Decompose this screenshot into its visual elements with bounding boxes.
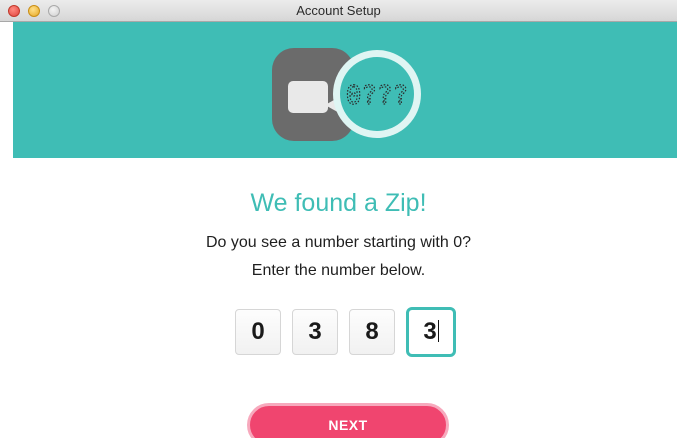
title-bar[interactable]: Account Setup — [0, 0, 677, 22]
zip-digit-3-input[interactable]: 8 — [349, 309, 395, 355]
next-button[interactable]: NEXT — [247, 403, 449, 438]
banner-illustration: 0??? — [272, 48, 421, 141]
account-setup-window: Account Setup 0??? We found a Zip! Do yo… — [0, 0, 677, 438]
zip-digit-4-input[interactable]: 3 — [406, 307, 456, 357]
zip-digit-1-value: 0 — [251, 318, 265, 345]
zip-digit-2-value: 3 — [308, 318, 322, 345]
magnifier-digits: 0??? — [346, 81, 409, 111]
zip-digit-1-input[interactable]: 0 — [235, 309, 281, 355]
text-caret — [437, 319, 439, 342]
next-button-label: NEXT — [328, 417, 368, 433]
page-heading: We found a Zip! — [250, 189, 427, 217]
header-banner: 0??? — [13, 22, 677, 158]
zip-digit-4-value: 3 — [423, 318, 437, 345]
zip-digit-2-input[interactable]: 3 — [292, 309, 338, 355]
window-title: Account Setup — [296, 3, 381, 18]
instruction-line-2: Enter the number below. — [251, 262, 426, 279]
zip-digit-3-value: 8 — [365, 318, 379, 345]
instruction-line-1: Do you see a number starting with 0? — [205, 234, 472, 251]
